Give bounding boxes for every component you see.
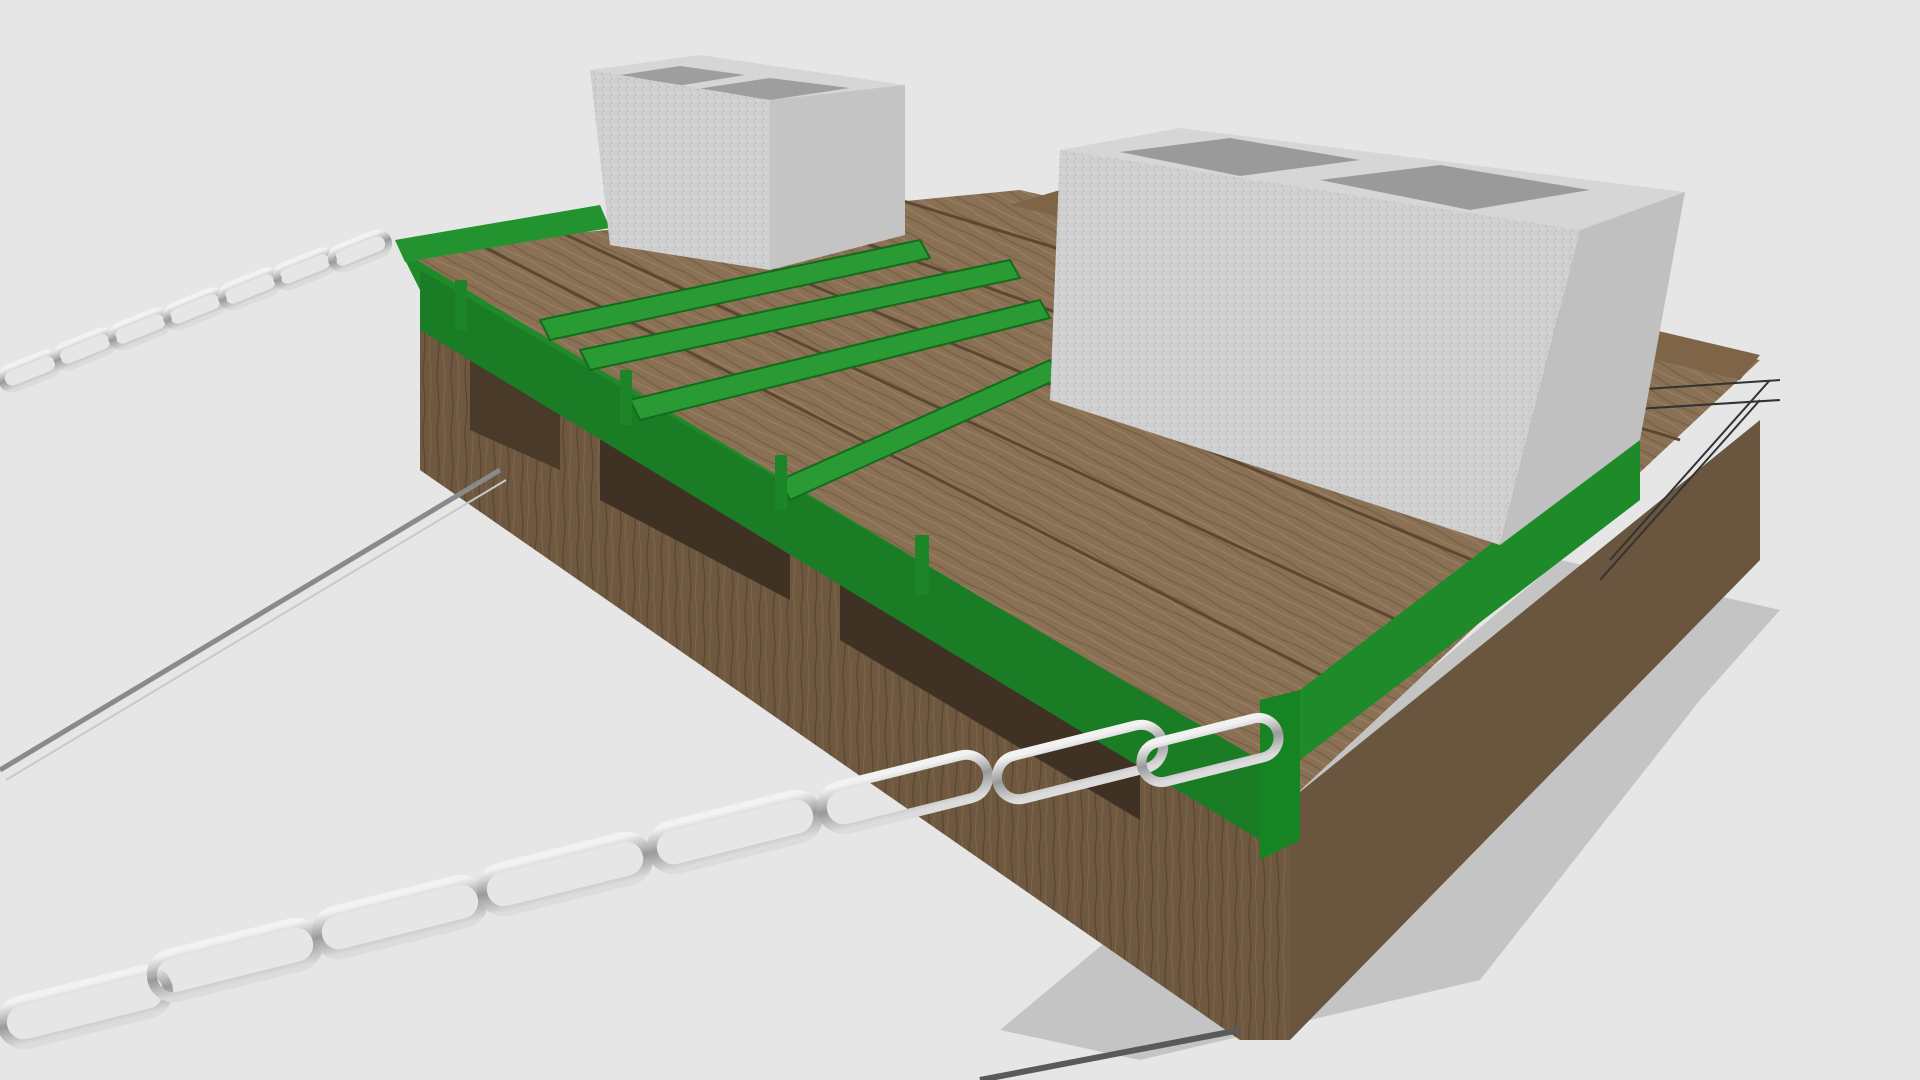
chain-top-left: [0, 229, 393, 393]
chain-middle-left: [0, 467, 507, 781]
pallet-scene: [0, 55, 1781, 1080]
cinder-block-back: [590, 55, 905, 270]
